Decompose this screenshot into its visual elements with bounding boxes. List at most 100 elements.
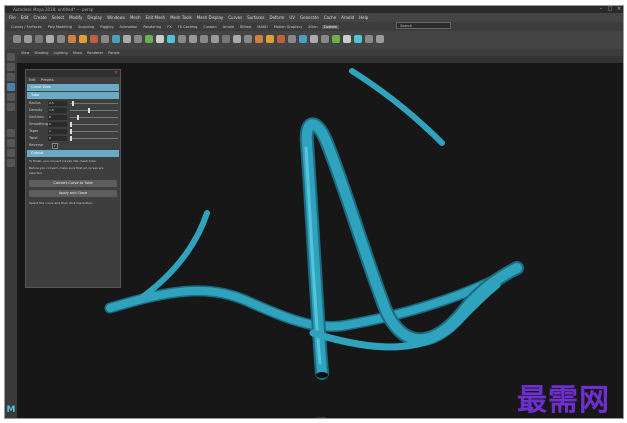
shelf-tool-icon[interactable] <box>244 35 252 43</box>
shelf-tab[interactable]: Motion Graphics <box>272 25 304 29</box>
menu-item[interactable]: Surfaces <box>247 15 264 20</box>
shelf-tool-icon[interactable] <box>79 35 87 43</box>
menu-item[interactable]: Arnold <box>341 15 354 20</box>
panel-menu-item[interactable]: Panels <box>108 51 119 55</box>
shelf-tool-icon[interactable] <box>46 35 54 43</box>
apply-close-button[interactable]: Apply and Close <box>29 190 117 197</box>
shelf-tool-icon[interactable] <box>222 35 230 43</box>
shelf-tool-icon[interactable] <box>189 35 197 43</box>
panel-menu-item[interactable]: View <box>21 51 29 55</box>
section-header-tube[interactable]: Tube <box>27 92 119 99</box>
shelf-tool-icon[interactable] <box>288 35 296 43</box>
field-slider[interactable] <box>70 136 118 141</box>
slider-handle[interactable] <box>76 115 79 120</box>
shelf-tool-icon[interactable] <box>332 35 340 43</box>
menu-item[interactable]: Curves <box>228 15 242 20</box>
tube-curve-main[interactable] <box>301 119 522 378</box>
shelf-tab[interactable]: MASH <box>255 25 269 29</box>
paint-select-icon[interactable] <box>7 73 15 81</box>
menu-item[interactable]: Edit Mesh <box>146 15 166 20</box>
layout-single-icon[interactable] <box>7 129 15 137</box>
shelf-tool-icon[interactable] <box>90 35 98 43</box>
dialog-menu-item[interactable]: Presets <box>41 77 54 83</box>
field-slider[interactable] <box>70 101 118 106</box>
panel-menu-item[interactable]: Renderer <box>87 51 103 55</box>
shelf-tool-icon[interactable] <box>365 35 373 43</box>
field-slider[interactable] <box>70 129 118 134</box>
shelf-tab[interactable]: Curves / Surfaces <box>9 25 44 29</box>
shelf-tab[interactable]: Poly Modeling <box>46 25 74 29</box>
shelf-tool-icon[interactable] <box>321 35 329 43</box>
section-header-output[interactable]: Output <box>27 150 119 157</box>
shelf-tool-icon[interactable] <box>178 35 186 43</box>
shelf-tab[interactable]: Custom <box>321 24 340 29</box>
shelf-tool-icon[interactable] <box>156 35 164 43</box>
convert-curve-button[interactable]: Convert Curve to Tube <box>29 180 117 187</box>
shelf-tool-icon[interactable] <box>266 35 274 43</box>
shelf-tool-icon[interactable] <box>376 35 384 43</box>
slider-handle[interactable] <box>70 122 72 127</box>
shelf-tab[interactable]: FX <box>165 25 173 29</box>
menu-item[interactable]: Create <box>33 15 46 20</box>
search-input[interactable]: Search <box>396 22 451 29</box>
panel-menu-item[interactable]: Shading <box>34 51 48 55</box>
menu-item[interactable]: UV <box>289 15 295 20</box>
select-tool-icon[interactable] <box>7 53 15 61</box>
shelf-tool-icon[interactable] <box>13 35 21 43</box>
layout-outliner-icon[interactable] <box>7 159 15 167</box>
field-input[interactable]: 0 <box>48 136 67 141</box>
shelf-tab[interactable]: Arnold <box>221 25 236 29</box>
shelf-tool-icon[interactable] <box>277 35 285 43</box>
menu-item[interactable]: File <box>9 15 16 20</box>
shelf-tab[interactable]: Bifrost <box>238 25 253 29</box>
shelf-tool-icon[interactable] <box>35 35 43 43</box>
maximize-icon[interactable]: □ <box>606 6 614 13</box>
shelf-tool-icon[interactable] <box>112 35 120 43</box>
field-input[interactable]: 1 <box>48 129 67 134</box>
shelf-tool-icon[interactable] <box>200 35 208 43</box>
field-slider[interactable] <box>70 122 118 127</box>
slider-handle[interactable] <box>72 101 75 106</box>
shelf-tool-icon[interactable] <box>24 35 32 43</box>
rotate-tool-icon[interactable] <box>7 93 15 101</box>
field-input[interactable]: 8 <box>48 115 67 120</box>
shelf-tab[interactable]: Sculpting <box>76 25 96 29</box>
layout-two-icon[interactable] <box>7 149 15 157</box>
shelf-tool-icon[interactable] <box>167 35 175 43</box>
section-header-curve-tube[interactable]: Curve Tube <box>27 84 119 91</box>
field-slider[interactable] <box>70 108 118 113</box>
menu-item[interactable]: Help <box>359 15 368 20</box>
lasso-tool-icon[interactable] <box>7 63 15 71</box>
shelf-tab[interactable]: Animation <box>118 25 140 29</box>
shelf-tab[interactable]: XGen <box>306 25 319 29</box>
menu-item[interactable]: Mesh Tools <box>170 15 192 20</box>
shelf-tab[interactable]: Rendering <box>141 25 163 29</box>
field-input[interactable]: 0 <box>48 122 67 127</box>
shelf-tab[interactable]: Custom <box>201 25 218 29</box>
close-icon[interactable]: × <box>615 6 623 13</box>
shelf-tool-icon[interactable] <box>211 35 219 43</box>
layout-four-icon[interactable] <box>7 139 15 147</box>
shelf-tool-icon[interactable] <box>134 35 142 43</box>
tube-curve-back[interactable] <box>349 68 445 146</box>
shelf-tool-icon[interactable] <box>255 35 263 43</box>
panel-menu-item[interactable]: Show <box>73 51 82 55</box>
reverse-checkbox[interactable]: ✓ <box>52 143 58 149</box>
shelf-tool-icon[interactable] <box>354 35 362 43</box>
shelf-tool-icon[interactable] <box>68 35 76 43</box>
shelf-tool-icon[interactable] <box>145 35 153 43</box>
panel-menu-item[interactable]: Lighting <box>54 51 68 55</box>
menu-item[interactable]: Generate <box>300 15 319 20</box>
dialog-close-icon[interactable]: × <box>114 70 118 77</box>
shelf-tool-icon[interactable] <box>57 35 65 43</box>
slider-handle[interactable] <box>70 129 72 134</box>
menu-item[interactable]: Edit <box>21 15 29 20</box>
menu-item[interactable]: Mesh <box>130 15 141 20</box>
shelf-tool-icon[interactable] <box>343 35 351 43</box>
menu-item[interactable]: Modify <box>69 15 82 20</box>
minimize-icon[interactable]: – <box>597 6 605 13</box>
menu-item[interactable]: Mesh Display <box>197 15 224 20</box>
shelf-tool-icon[interactable] <box>123 35 131 43</box>
dialog-menu-item[interactable]: Edit <box>29 77 36 83</box>
shelf-tool-icon[interactable] <box>310 35 318 43</box>
